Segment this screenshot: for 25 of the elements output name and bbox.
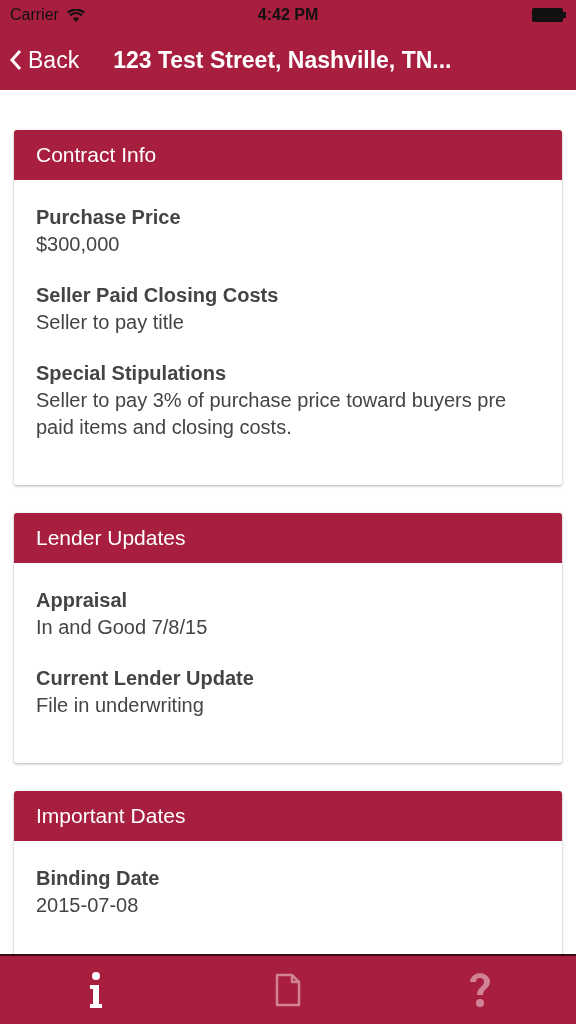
field-value: Seller to pay 3% of purchase price toward buyers pre paid items and closing costs. [36,388,508,440]
info-icon [89,972,103,1008]
field-value: File in underwriting [36,693,205,718]
status-time: 4:42 PM [257,6,319,24]
field-value: $300,000 [36,232,121,257]
field-label: Purchase Price [36,205,182,230]
carrier-name: Carrier [10,6,59,24]
help-icon [468,972,492,1008]
document-icon [275,973,301,1007]
field-label: Appraisal [36,588,129,613]
field-label: Special Stipulations [36,361,228,386]
section-header: Contract Info [14,130,562,180]
field-value: Seller to pay title [36,310,185,335]
back-button[interactable]: Back [10,46,80,74]
wifi-icon [66,8,85,22]
section-header: Important Dates [14,791,562,841]
battery-icon [532,8,566,22]
field-value: 2015-07-08 [36,893,140,918]
section-header: Lender Updates [14,513,562,563]
page-title: 123 Test Street, Nashville, TN... [113,46,452,74]
chevron-left-icon [10,49,22,71]
field-label: Seller Paid Closing Costs [36,283,280,308]
field-label: Binding Date [36,866,161,891]
field-value: In and Good 7/8/15 [36,615,209,640]
field-label: Current Lender Update [36,666,255,691]
